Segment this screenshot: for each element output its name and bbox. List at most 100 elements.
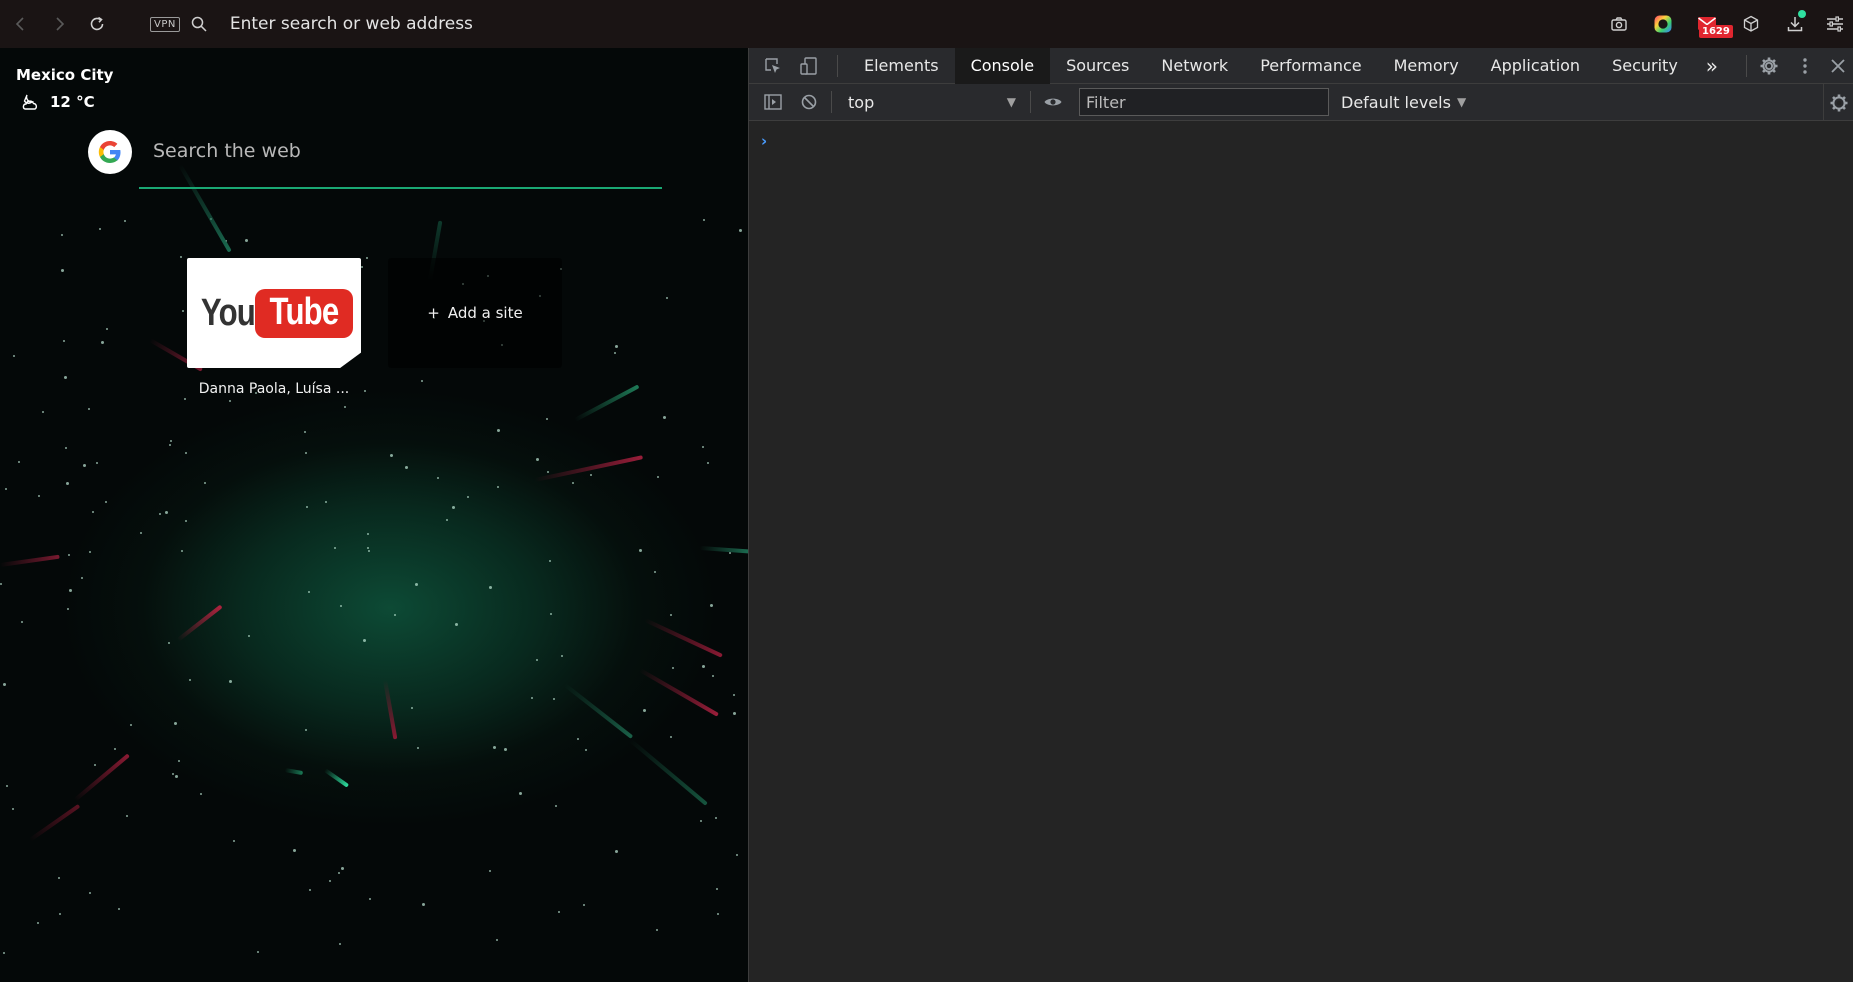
star-particle xyxy=(5,487,8,490)
star-particle xyxy=(466,495,469,498)
extension-color-button[interactable] xyxy=(1641,2,1685,46)
add-site-label: Add a site xyxy=(447,304,523,322)
extensions-button[interactable] xyxy=(1729,2,1773,46)
tab-sources[interactable]: Sources xyxy=(1050,48,1145,84)
star-particle xyxy=(702,445,705,448)
plus-icon: + xyxy=(427,304,440,322)
star-particle xyxy=(167,642,170,645)
star-particle xyxy=(344,406,347,409)
console-filter-input[interactable]: Filter xyxy=(1079,88,1329,116)
light-streak xyxy=(574,384,640,422)
speed-dial-youtube[interactable]: You Tube xyxy=(187,258,361,368)
context-selector[interactable]: top ▼ xyxy=(836,93,1026,112)
search-engine-selector[interactable] xyxy=(88,130,132,174)
star-particle xyxy=(421,379,424,382)
dropdown-arrow-icon: ▼ xyxy=(1456,95,1467,109)
star-particle xyxy=(123,220,126,223)
star-particle xyxy=(364,390,367,393)
star-particle xyxy=(670,736,673,739)
device-toolbar-button[interactable] xyxy=(791,48,827,84)
star-particle xyxy=(546,471,549,474)
tab-application[interactable]: Application xyxy=(1475,48,1596,84)
tab-elements[interactable]: Elements xyxy=(848,48,955,84)
tab-security[interactable]: Security xyxy=(1596,48,1694,84)
star-particle xyxy=(37,922,40,925)
downloads-button[interactable] xyxy=(1773,2,1817,46)
star-particle xyxy=(584,748,587,751)
star-particle xyxy=(305,452,308,455)
show-sidebar-button[interactable] xyxy=(755,84,791,120)
log-levels-dropdown[interactable]: Default levels ▼ xyxy=(1341,93,1466,112)
star-particle xyxy=(175,775,179,779)
star-particle xyxy=(738,228,742,232)
star-particle xyxy=(21,620,24,623)
tab-performance[interactable]: Performance xyxy=(1244,48,1377,84)
star-particle xyxy=(308,888,311,891)
devtools-panel: Elements Console Sources Network Performance… xyxy=(748,47,1853,982)
star-particle xyxy=(404,465,408,469)
toolbar-divider xyxy=(837,54,838,77)
clear-console-button[interactable] xyxy=(791,84,827,120)
console-prompt-caret[interactable]: › xyxy=(761,132,767,150)
star-particle xyxy=(173,721,177,725)
devtools-close-button[interactable] xyxy=(1823,48,1853,84)
star-particle xyxy=(183,398,186,401)
light-streak xyxy=(323,768,350,788)
star-particle xyxy=(306,505,309,508)
star-particle xyxy=(518,792,522,796)
address-bar-input[interactable]: Enter search or web address xyxy=(230,14,473,34)
star-particle xyxy=(454,623,458,627)
easy-setup-button[interactable] xyxy=(1817,2,1853,46)
inspect-cursor-icon xyxy=(765,57,780,73)
forward-button[interactable] xyxy=(40,4,78,44)
star-particle xyxy=(589,473,592,476)
web-search-input[interactable]: Search the web xyxy=(153,140,301,162)
star-particle xyxy=(410,707,413,710)
mail-count-badge: 1629 xyxy=(1699,25,1733,38)
live-expression-button[interactable] xyxy=(1035,84,1071,120)
add-site-button[interactable]: + Add a site xyxy=(388,258,562,368)
star-particle xyxy=(38,494,41,497)
star-particle xyxy=(200,792,203,795)
star-particle xyxy=(497,428,501,432)
tab-console[interactable]: Console xyxy=(954,47,1051,84)
inspect-element-button[interactable] xyxy=(755,48,791,84)
light-streak xyxy=(628,738,708,806)
gear-icon xyxy=(1830,94,1847,111)
star-particle xyxy=(180,256,183,259)
star-particle xyxy=(706,461,709,464)
star-particle xyxy=(185,519,188,522)
star-particle xyxy=(232,839,235,842)
star-particle xyxy=(159,513,162,516)
devtools-menu-button[interactable] xyxy=(1787,48,1823,84)
weather-widget[interactable]: 12 °C xyxy=(20,93,95,111)
toolbar-divider xyxy=(831,91,832,113)
star-particle xyxy=(702,219,705,222)
vpn-badge[interactable]: VPN xyxy=(150,16,180,32)
more-tabs-button[interactable]: » xyxy=(1694,48,1730,84)
snapshot-button[interactable] xyxy=(1597,2,1641,46)
star-particle xyxy=(114,748,117,751)
mail-extension-button[interactable]: 1629 xyxy=(1685,2,1733,46)
console-settings-button[interactable] xyxy=(1823,84,1853,121)
tab-network[interactable]: Network xyxy=(1145,48,1244,84)
star-particle xyxy=(489,586,493,590)
star-particle xyxy=(248,635,251,638)
chevron-left-icon xyxy=(15,17,24,31)
speed-dial-caption[interactable]: Danna Paola, Luísa ... xyxy=(187,381,361,397)
devtools-settings-button[interactable] xyxy=(1751,48,1787,84)
tab-memory[interactable]: Memory xyxy=(1378,48,1475,84)
star-particle xyxy=(340,605,343,608)
block-icon xyxy=(801,94,817,110)
log-levels-label: Default levels xyxy=(1341,92,1451,112)
gear-icon xyxy=(1760,57,1778,75)
star-particle xyxy=(536,457,540,461)
star-particle xyxy=(582,904,585,907)
light-streak xyxy=(699,546,748,554)
star-particle xyxy=(63,375,67,379)
reload-button[interactable] xyxy=(78,4,116,44)
star-particle xyxy=(656,928,659,931)
star-particle xyxy=(325,500,328,503)
star-particle xyxy=(451,506,455,510)
back-button[interactable] xyxy=(2,4,40,44)
